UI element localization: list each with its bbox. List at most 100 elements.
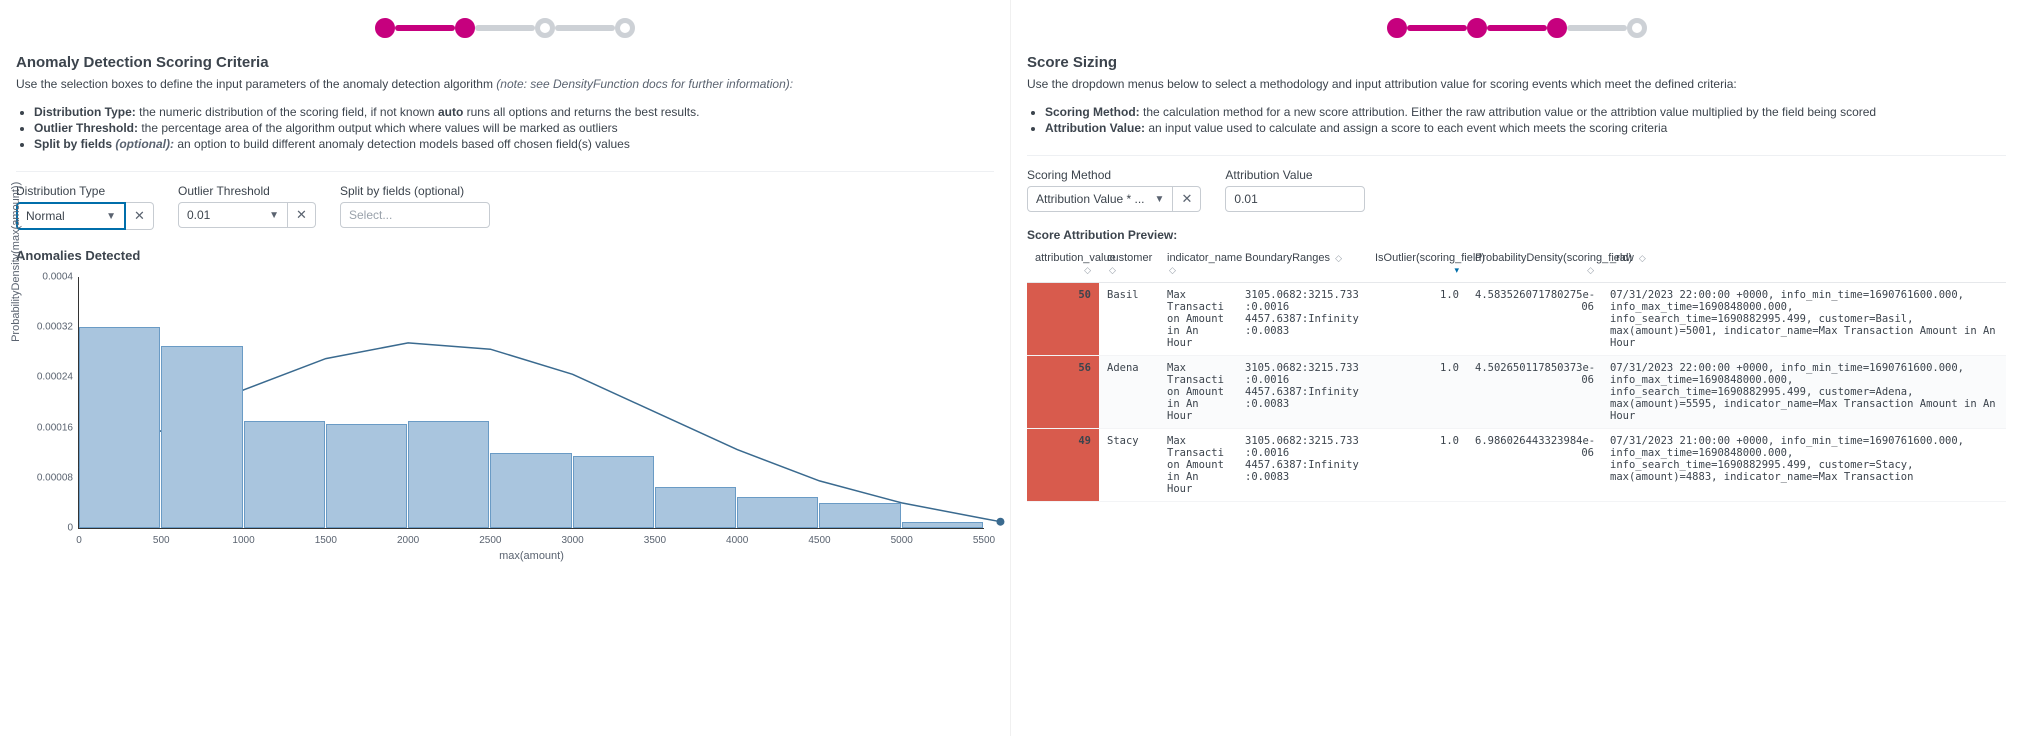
dist-type-value: Normal [26, 209, 65, 223]
chart-bar [490, 453, 571, 528]
x-tick: 4000 [726, 535, 748, 546]
sort-icon: ◇ [1109, 265, 1116, 275]
x-tick: 3500 [644, 535, 666, 546]
col-prob-density[interactable]: ProbabilityDensity(scoring_field)◇ [1467, 246, 1602, 283]
col-is-outlier[interactable]: IsOutlier(scoring_field)▾ [1367, 246, 1467, 283]
hdr-c1: customer [1107, 252, 1152, 264]
cell-prob-density: 4.502650117850373e-06 [1467, 356, 1602, 429]
x-tick: 1500 [315, 535, 337, 546]
dist-type-clear-button[interactable]: ✕ [126, 202, 154, 230]
chart-bar [161, 346, 242, 528]
hdr-c3: BoundaryRanges [1245, 252, 1330, 264]
step-2-dot [1467, 18, 1487, 38]
chart-bar [737, 497, 818, 528]
outlier-threshold-label: Outlier Threshold [178, 184, 316, 198]
close-icon: ✕ [296, 207, 307, 223]
stepper-right [1027, 0, 2006, 44]
step-seg-2 [1487, 25, 1547, 31]
bullet2-text: the percentage area of the algorithm out… [138, 121, 618, 135]
divider [1027, 155, 2006, 156]
table-row[interactable]: 49StacyMax Transaction Amount in An Hour… [1027, 429, 2006, 502]
sort-icon: ◇ [1169, 265, 1176, 275]
scoring-method-value: Attribution Value * ... [1036, 192, 1145, 206]
x-tick: 500 [153, 535, 170, 546]
chart-bar [655, 487, 736, 528]
y-tick: 0.00032 [23, 322, 73, 333]
step-seg-2 [475, 25, 535, 31]
scoring-method-select[interactable]: Attribution Value * ... ▼ [1027, 186, 1173, 212]
cell-customer: Stacy [1099, 429, 1159, 502]
sort-icon: ◇ [1587, 265, 1594, 275]
col-indicator-name[interactable]: indicator_name◇ [1159, 246, 1237, 283]
chevron-down-icon: ▼ [106, 211, 116, 222]
bullet3-text: an option to build different anomaly det… [174, 137, 630, 151]
y-tick: 0.00024 [23, 372, 73, 383]
cell-indicator-name: Max Transaction Amount in An Hour [1159, 356, 1237, 429]
outlier-threshold-clear-button[interactable]: ✕ [288, 202, 316, 228]
table-row[interactable]: 50BasilMax Transaction Amount in An Hour… [1027, 283, 2006, 356]
outlier-threshold-select[interactable]: 0.01 ▼ [178, 202, 288, 228]
step-1-dot [1387, 18, 1407, 38]
step-seg-1 [1407, 25, 1467, 31]
dist-type-label: Distribution Type [16, 184, 154, 198]
chart-bar [408, 421, 489, 528]
r-bullet1-text: the calculation method for a new score a… [1140, 105, 1876, 119]
attribution-value-input[interactable]: 0.01 [1225, 186, 1365, 212]
table-row[interactable]: 56AdenaMax Transaction Amount in An Hour… [1027, 356, 2006, 429]
r-bullet1-bold: Scoring Method: [1045, 105, 1140, 119]
x-tick: 3000 [562, 535, 584, 546]
y-axis-label: ProbabilityDensity(max(amount)) [10, 182, 22, 342]
bullet2-bold: Outlier Threshold: [34, 121, 138, 135]
step-2-dot [455, 18, 475, 38]
preview-title: Score Attribution Preview: [1027, 228, 2006, 242]
cell-prob-density: 4.583526071780275e-06 [1467, 283, 1602, 356]
dist-type-select[interactable]: Normal ▼ [16, 202, 126, 230]
cell-raw: 07/31/2023 21:00:00 +0000, info_min_time… [1602, 429, 2006, 502]
cell-indicator-name: Max Transaction Amount in An Hour [1159, 283, 1237, 356]
desc-right: Use the dropdown menus below to select a… [1027, 77, 2006, 91]
cell-raw: 07/31/2023 22:00:00 +0000, info_min_time… [1602, 356, 2006, 429]
col-boundary-ranges[interactable]: BoundaryRanges ◇ [1237, 246, 1367, 283]
col-customer[interactable]: customer◇ [1099, 246, 1159, 283]
score-preview-table: attribution_value◇ customer◇ indicator_n… [1027, 246, 2006, 502]
bullet1-text2: runs all options and returns the best re… [463, 105, 699, 119]
r-bullet2-text: an input value used to calculate and ass… [1145, 121, 1667, 135]
cell-indicator-name: Max Transaction Amount in An Hour [1159, 429, 1237, 502]
r-bullet2-bold: Attribution Value: [1045, 121, 1145, 135]
bullet-attribution-value: Attribution Value: an input value used t… [1045, 121, 2006, 135]
chart-bar [902, 522, 983, 528]
x-axis-label: max(amount) [79, 550, 984, 562]
outlier-threshold-value: 0.01 [187, 208, 210, 222]
cell-boundary: 3105.0682:3215.733:0.0016 4457.6387:Infi… [1237, 356, 1367, 429]
x-tick: 5000 [891, 535, 913, 546]
cell-customer: Basil [1099, 283, 1159, 356]
bullet-scoring-method: Scoring Method: the calculation method f… [1045, 105, 2006, 119]
bullet1-bold2: auto [438, 105, 463, 119]
scoring-method-clear-button[interactable]: ✕ [1173, 186, 1201, 212]
sort-icon: ◇ [1639, 253, 1646, 263]
attribution-value-label: Attribution Value [1225, 168, 1365, 182]
chevron-down-icon: ▼ [269, 210, 279, 221]
scoring-method-label: Scoring Method [1027, 168, 1201, 182]
split-fields-label: Split by fields (optional) [340, 184, 490, 198]
y-tick: 0.00008 [23, 472, 73, 483]
hdr-c6: _raw [1610, 252, 1634, 264]
density-end-dot [996, 518, 1004, 526]
stepper-left [16, 0, 994, 44]
page-title-right: Score Sizing [1027, 54, 2006, 71]
cell-is-outlier: 1.0 [1367, 283, 1467, 356]
step-3-dot [1547, 18, 1567, 38]
x-tick: 2500 [479, 535, 501, 546]
page-title-left: Anomaly Detection Scoring Criteria [16, 54, 994, 71]
split-fields-input[interactable]: Select... [340, 202, 490, 228]
col-raw[interactable]: _raw ◇ [1602, 246, 2006, 283]
y-tick: 0 [23, 523, 73, 534]
chevron-down-icon: ▼ [1155, 194, 1165, 205]
cell-attribution-value: 56 [1027, 356, 1099, 429]
cell-is-outlier: 1.0 [1367, 429, 1467, 502]
divider [16, 171, 994, 172]
step-seg-3 [555, 25, 615, 31]
density-chart: ProbabilityDensity(max(amount)) max(amou… [16, 277, 994, 567]
col-attribution-value[interactable]: attribution_value◇ [1027, 246, 1099, 283]
scoring-bullets: Scoring Method: the calculation method f… [1045, 103, 2006, 137]
